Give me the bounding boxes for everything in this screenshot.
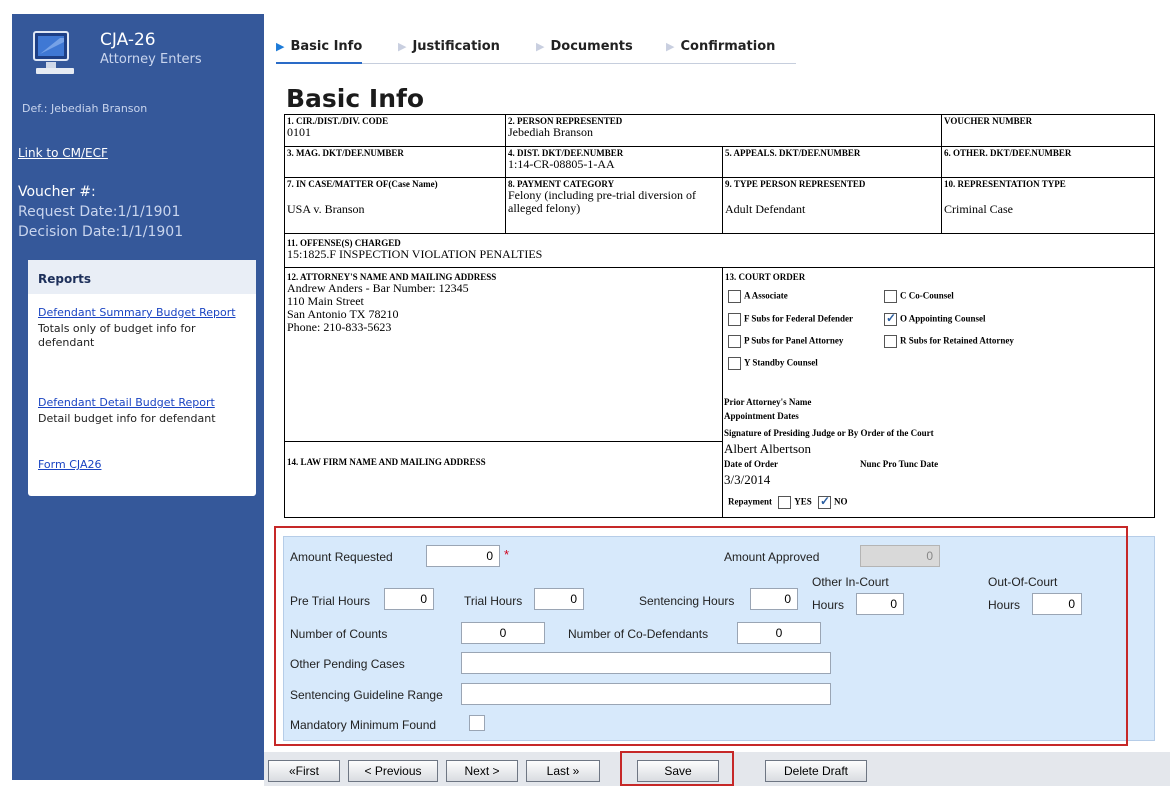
field-type-person-represented: 9. TYPE PERSON REPRESENTED Adult Defenda… bbox=[722, 177, 942, 234]
checkbox[interactable] bbox=[728, 290, 741, 303]
field-payment-category: 8. PAYMENT CATEGORY Felony (including pr… bbox=[505, 177, 723, 234]
voucher-number-label: Voucher #: bbox=[18, 184, 96, 200]
arrow-right-icon: ▶ bbox=[666, 40, 675, 53]
field-offense-charged: 11. OFFENSE(S) CHARGED 15:1825.F INSPECT… bbox=[284, 233, 1155, 268]
court-order-section: 13. COURT ORDER bbox=[722, 267, 1155, 518]
repayment-row: Repayment YES NO bbox=[728, 494, 848, 509]
field-representation-type: 10. REPRESENTATION TYPE Criminal Case bbox=[941, 177, 1155, 234]
repayment-yes-checkbox[interactable] bbox=[778, 496, 792, 509]
field-person-represented: 2. PERSON REPRESENTED Jebediah Branson bbox=[505, 114, 942, 147]
checkbox-checked[interactable] bbox=[884, 311, 897, 326]
field-appeals-dkt: 5. APPEALS. DKT/DEF.NUMBER bbox=[722, 146, 942, 178]
prior-attorney-name-label: Prior Attorney's Name bbox=[724, 397, 812, 407]
highlight-box bbox=[274, 526, 1128, 746]
repayment-no-checkbox[interactable] bbox=[818, 494, 832, 509]
nunc-pro-tunc-label: Nunc Pro Tunc Date bbox=[860, 459, 939, 469]
defendant-summary-budget-report-link[interactable]: Defendant Summary Budget Report bbox=[38, 306, 253, 319]
checkbox[interactable] bbox=[728, 357, 741, 370]
sidebar: CJA-26 Attorney Enters Def.: Jebediah Br… bbox=[12, 14, 264, 780]
last-button[interactable]: Last » bbox=[526, 760, 600, 782]
court-order-r-subs-retained[interactable]: R Subs for Retained Attorney bbox=[884, 335, 1014, 348]
court-order-p-subs-panel[interactable]: P Subs for Panel Attorney bbox=[728, 335, 843, 348]
field-dist-dkt: 4. DIST. DKT/DEF.NUMBER 1:14-CR-08805-1-… bbox=[505, 146, 723, 178]
tab-basic-info[interactable]: ▶ Basic Info bbox=[276, 39, 363, 64]
court-order-y-standby[interactable]: Y Standby Counsel bbox=[728, 357, 818, 370]
tab-confirmation[interactable]: ▶ Confirmation bbox=[666, 39, 775, 54]
appointment-dates-label: Appointment Dates bbox=[724, 411, 799, 421]
signature-label: Signature of Presiding Judge or By Order… bbox=[724, 428, 934, 438]
date-of-order-value: 3/3/2014 bbox=[724, 472, 771, 487]
court-order-o-appointing[interactable]: O Appointing Counsel bbox=[884, 311, 986, 326]
court-order-a-associate[interactable]: A Associate bbox=[728, 290, 788, 303]
checkbox[interactable] bbox=[728, 313, 741, 326]
field-law-firm-address: 14. LAW FIRM NAME AND MAILING ADDRESS bbox=[284, 441, 723, 518]
next-button[interactable]: Next > bbox=[446, 760, 518, 782]
arrow-right-icon: ▶ bbox=[536, 40, 545, 53]
judge-name: Albert Albertson bbox=[724, 441, 812, 456]
request-date: Request Date:1/1/1901 bbox=[18, 204, 181, 220]
page-title: Basic Info bbox=[286, 84, 425, 113]
save-highlight-box bbox=[620, 751, 734, 786]
computer-monitor-icon bbox=[30, 28, 80, 76]
field-voucher-number: VOUCHER NUMBER bbox=[941, 114, 1155, 147]
field-attorney-address: 12. ATTORNEY'S NAME AND MAILING ADDRESS … bbox=[284, 267, 723, 442]
tab-justification[interactable]: ▶ Justification bbox=[398, 39, 500, 54]
delete-draft-button[interactable]: Delete Draft bbox=[765, 760, 867, 782]
link-cm-ecf[interactable]: Link to CM/ECF bbox=[18, 146, 108, 160]
report-description: Detail budget info for defendant bbox=[38, 412, 216, 425]
app-subtitle: Attorney Enters bbox=[100, 52, 202, 67]
arrow-right-icon: ▶ bbox=[398, 40, 407, 53]
previous-button[interactable]: < Previous bbox=[348, 760, 438, 782]
form-cja26-link[interactable]: Form CJA26 bbox=[38, 458, 253, 471]
court-order-c-cocounsel[interactable]: C Co-Counsel bbox=[884, 290, 954, 303]
field-cir-dist-div-code: 1. CIR./DIST./DIV. CODE 0101 bbox=[284, 114, 506, 147]
date-of-order-label: Date of Order bbox=[724, 459, 778, 469]
reports-panel: Reports Defendant Summary Budget Report … bbox=[28, 260, 256, 496]
reports-title: Reports bbox=[28, 260, 256, 294]
checkbox[interactable] bbox=[728, 335, 741, 348]
first-button[interactable]: «First bbox=[268, 760, 340, 782]
field-other-dkt: 6. OTHER. DKT/DEF.NUMBER bbox=[941, 146, 1155, 178]
tab-documents[interactable]: ▶ Documents bbox=[536, 39, 633, 54]
checkbox[interactable] bbox=[884, 290, 897, 303]
arrow-right-icon: ▶ bbox=[276, 40, 285, 53]
decision-date: Decision Date:1/1/1901 bbox=[18, 224, 184, 240]
wizard-tabs: ▶ Basic Info ▶ Justification ▶ Documents ▶ C… bbox=[276, 30, 796, 64]
field-case-name: 7. IN CASE/MATTER OF(Case Name) USA v. B… bbox=[284, 177, 506, 234]
app-title: CJA-26 bbox=[100, 30, 156, 50]
checkbox[interactable] bbox=[884, 335, 897, 348]
field-mag-dkt: 3. MAG. DKT/DEF.NUMBER bbox=[284, 146, 506, 178]
report-description: Totals only of budget info for defendant bbox=[38, 322, 196, 349]
defendant-name: Def.: Jebediah Branson bbox=[22, 102, 148, 115]
defendant-detail-budget-report-link[interactable]: Defendant Detail Budget Report bbox=[38, 396, 253, 409]
court-order-f-subs-federal[interactable]: F Subs for Federal Defender bbox=[728, 313, 853, 326]
